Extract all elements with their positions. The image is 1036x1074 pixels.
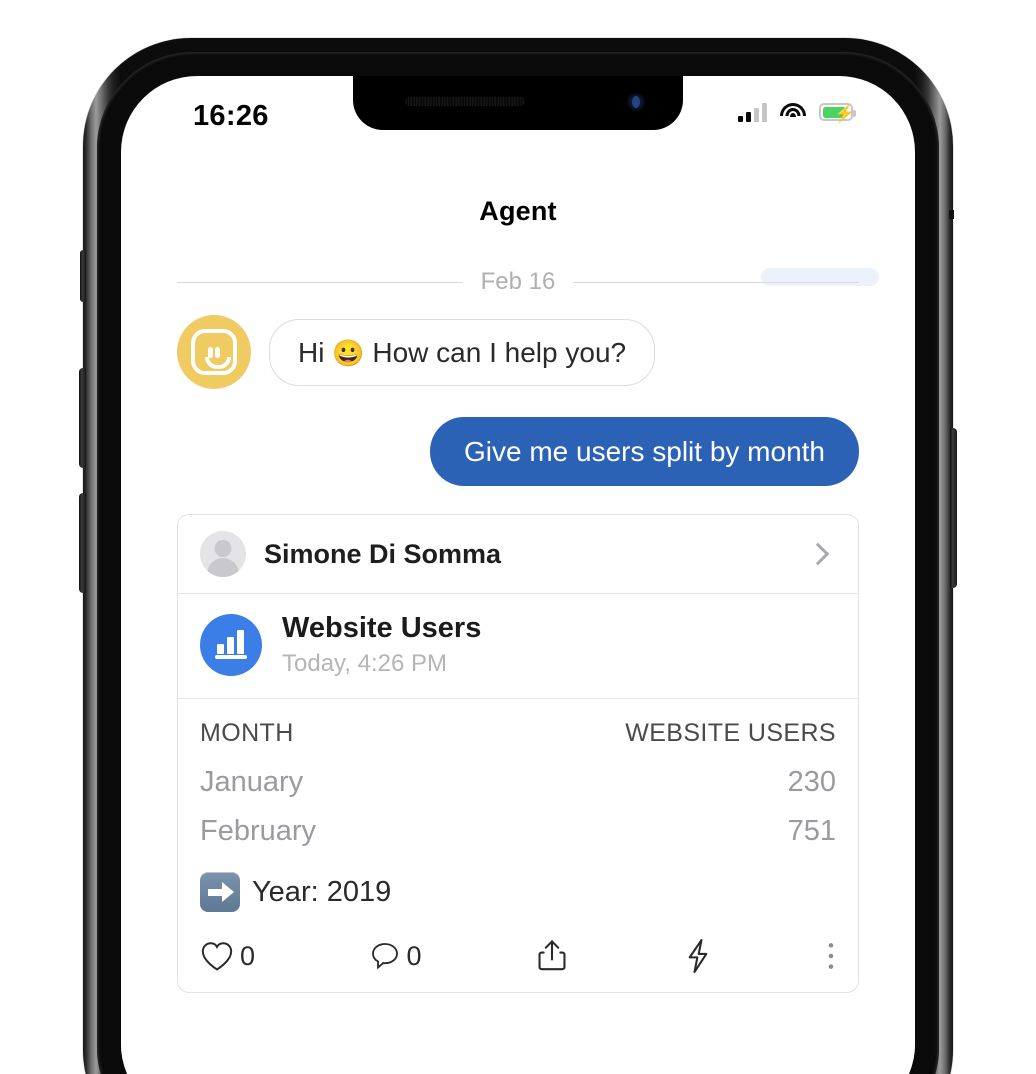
chevron-right-icon[interactable] <box>806 542 830 566</box>
card-title-block: Website Users Today, 4:26 PM <box>178 594 858 700</box>
grinning-face-emoji: 😀 <box>332 337 365 368</box>
agent-message-bubble: Hi 😀 How can I help you? <box>269 318 656 386</box>
screenshot-canvas: 16:26 ⚡ Agent Feb 16 Hi 😀 How can I help… <box>0 0 1036 1074</box>
volume-down-button[interactable] <box>79 493 86 593</box>
user-message-row: Give me users split by month <box>121 417 915 486</box>
cellular-bars-icon <box>738 102 767 122</box>
cell-users: 751 <box>787 815 836 848</box>
charging-bolt-icon: ⚡ <box>834 104 856 123</box>
table-row: January 230 <box>200 758 836 807</box>
bar-chart-icon <box>200 614 262 677</box>
agent-message-text-part2: How can I help you? <box>364 336 627 368</box>
card-title: Website Users <box>282 612 482 644</box>
volume-up-button[interactable] <box>79 368 86 468</box>
status-bar: 16:26 ⚡ <box>121 76 915 152</box>
smiley-face-avatar <box>177 315 251 389</box>
heart-icon <box>200 940 234 972</box>
table-header-row: MONTH WEBSITE USERS <box>200 713 836 758</box>
result-card[interactable]: Simone Di Somma Website Users Today, 4:2… <box>177 514 859 994</box>
date-separator: Feb 16 <box>177 270 859 294</box>
share-icon <box>535 938 569 974</box>
cell-users: 230 <box>787 766 836 799</box>
person-placeholder-avatar <box>200 531 246 577</box>
phone-screen: 16:26 ⚡ Agent Feb 16 Hi 😀 How can I help… <box>121 76 915 1074</box>
comment-icon <box>369 940 401 972</box>
column-header-month: MONTH <box>200 719 294 748</box>
agent-message-text-part1: Hi <box>298 336 333 368</box>
cell-month: January <box>200 766 304 799</box>
lightning-bolt-icon <box>683 938 713 974</box>
table-row: February 751 <box>200 807 836 856</box>
antenna-band <box>949 210 954 219</box>
card-user-header[interactable]: Simone Di Somma <box>178 515 858 594</box>
more-options-button[interactable] <box>826 940 836 972</box>
date-separator-label: Feb 16 <box>462 270 574 294</box>
status-bar-indicators: ⚡ <box>738 102 856 123</box>
data-table: MONTH WEBSITE USERS January 230 February… <box>178 699 858 862</box>
phone-bezel: 16:26 ⚡ Agent Feb 16 Hi 😀 How can I help… <box>97 52 939 1074</box>
battery-charging-icon: ⚡ <box>819 103 856 123</box>
card-user-name: Simone Di Somma <box>264 538 502 569</box>
card-footnote-text: Year: 2019 <box>252 875 392 908</box>
column-header-users: WEBSITE USERS <box>625 719 836 748</box>
mute-switch-button[interactable] <box>80 250 86 302</box>
card-action-bar: 0 0 <box>178 924 858 992</box>
bolt-button[interactable] <box>683 938 713 974</box>
status-bar-clock: 16:26 <box>193 100 269 132</box>
cell-month: February <box>200 815 317 848</box>
card-timestamp: Today, 4:26 PM <box>282 650 447 678</box>
comment-count: 0 <box>406 940 422 971</box>
agent-message-row: Hi 😀 How can I help you? <box>121 315 915 389</box>
phone-device-frame: 16:26 ⚡ Agent Feb 16 Hi 😀 How can I help… <box>79 38 957 1074</box>
user-message-bubble: Give me users split by month <box>429 417 859 486</box>
more-vertical-icon <box>826 940 836 972</box>
card-footnote: Year: 2019 <box>178 862 858 924</box>
page-title: Agent <box>479 196 557 226</box>
comment-button[interactable]: 0 <box>369 940 422 972</box>
arrow-right-emoji <box>200 872 240 913</box>
wifi-icon <box>780 102 806 122</box>
share-button[interactable] <box>535 938 569 974</box>
chat-app-content: Agent Feb 16 Hi 😀 How can I help you? Gi… <box>121 152 915 1074</box>
like-count: 0 <box>240 940 256 971</box>
like-button[interactable]: 0 <box>200 940 255 972</box>
power-button[interactable] <box>950 428 957 588</box>
